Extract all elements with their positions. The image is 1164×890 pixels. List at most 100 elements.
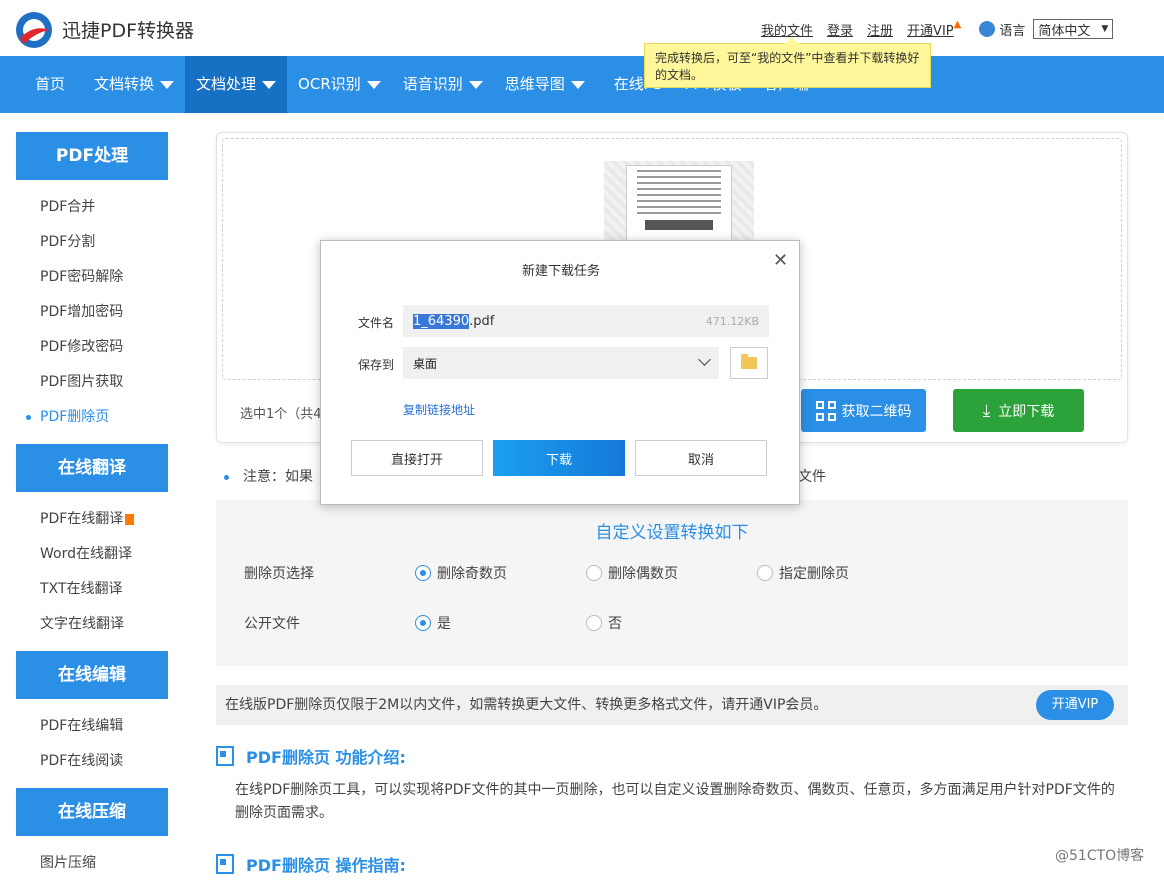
new-badge-icon <box>125 513 135 525</box>
chevron-down-icon <box>698 353 711 366</box>
sidebar-item[interactable]: PDF密码解除 <box>16 260 168 295</box>
globe-icon <box>979 21 996 37</box>
my-files-tooltip: 完成转换后，可至“我的文件”中查看并下载转换好的文档。 <box>644 37 931 88</box>
dropdown-arrow-icon: ▼ <box>1101 24 1109 34</box>
caret-down-icon <box>160 80 175 89</box>
nav-label: OCR识别 <box>298 75 361 93</box>
vip-notice-text: 在线版PDF删除页仅限于2M以内文件，如需转换更大文件、转换更多格式文件，请开通… <box>225 697 828 713</box>
my-files-link[interactable]: 我的文件 <box>761 20 813 39</box>
caret-down-icon <box>262 80 277 89</box>
guide-icon <box>216 854 234 874</box>
guide-title: PDF删除页 操作指南: <box>216 852 406 876</box>
download-now-button[interactable]: ⤓ 立即下载 <box>953 389 1084 432</box>
nav-label: 首页 <box>35 75 66 93</box>
saveto-select[interactable]: 桌面 <box>403 347 719 379</box>
sidebar-item-active[interactable]: PDF删除页 <box>16 400 168 435</box>
folder-icon <box>741 354 757 369</box>
browse-folder-button[interactable] <box>730 347 768 379</box>
sidebar-item[interactable]: PDF在线编辑 <box>16 709 168 744</box>
radio-unchecked-icon <box>757 565 773 581</box>
sidebar-heading: 在线压缩 <box>16 788 168 836</box>
file-size: 471.12KB <box>705 314 759 328</box>
nav-label: 思维导图 <box>504 75 565 93</box>
saveto-value: 桌面 <box>413 356 438 371</box>
radio-checked-icon <box>415 615 431 631</box>
button-label: 立即下载 <box>998 403 1055 420</box>
sidebar: PDF处理 PDF合并 PDF分割 PDF密码解除 PDF增加密码 PDF修改密… <box>16 132 168 890</box>
register-link[interactable]: 注册 <box>867 20 893 39</box>
filename-selected-text: 1_64390 <box>413 313 470 329</box>
nav-home[interactable]: 首页 <box>0 56 83 113</box>
top-links: 我的文件 登录 注册 开通VIP ▲ 语言 简体中文 ▼ <box>761 18 1114 39</box>
sidebar-heading: 在线编辑 <box>16 651 168 699</box>
sidebar-list: PDF在线编辑 PDF在线阅读 <box>16 699 168 788</box>
sidebar-heading: 在线翻译 <box>16 444 168 492</box>
nav-label: 文档处理 <box>196 75 257 93</box>
nav-ocr[interactable]: OCR识别 <box>287 56 392 113</box>
selected-count: 选中1个（共4 <box>240 407 322 422</box>
filename-input[interactable]: 1_64390 .pdf 471.12KB <box>403 305 769 337</box>
sidebar-item[interactable]: PDF在线翻译 <box>16 502 168 537</box>
intro-title: PDF删除页 功能介绍: <box>216 744 406 768</box>
saveto-label: 保存到 <box>358 358 395 372</box>
brand-logo-icon <box>16 12 52 48</box>
login-link[interactable]: 登录 <box>827 20 853 39</box>
open-vip-button[interactable]: 开通VIP <box>1036 690 1114 720</box>
pdf-page-preview <box>626 165 732 251</box>
radio-delete-even[interactable]: 删除偶数页 <box>586 563 678 583</box>
copy-link-address[interactable]: 复制链接地址 <box>403 401 475 418</box>
close-icon[interactable]: ✕ <box>773 250 788 271</box>
sidebar-item[interactable]: PDF合并 <box>16 190 168 225</box>
nav-voice[interactable]: 语音识别 <box>392 56 494 113</box>
sidebar-item[interactable]: PDF图片获取 <box>16 365 168 400</box>
nav-doc-process[interactable]: 文档处理 <box>185 56 288 113</box>
sidebar-heading: PDF处理 <box>16 132 168 180</box>
watermark: @51CTO博客 <box>1055 848 1145 864</box>
open-directly-button[interactable]: 直接打开 <box>351 440 483 476</box>
radio-label: 指定删除页 <box>779 566 849 582</box>
download-task-dialog: 新建下载任务 ✕ 文件名 1_64390 .pdf 471.12KB 保存到 桌… <box>320 240 800 505</box>
brand-name: 迅捷PDF转换器 <box>62 20 195 42</box>
language-label: 语言 <box>999 23 1026 39</box>
filename-extension: .pdf <box>469 313 495 329</box>
language-select[interactable]: 简体中文 ▼ <box>1033 19 1114 39</box>
sidebar-item[interactable]: PDF在线阅读 <box>16 744 168 779</box>
sidebar-item[interactable]: TXT在线翻译 <box>16 572 168 607</box>
radio-delete-odd[interactable]: 删除奇数页 <box>415 563 507 583</box>
sidebar-item[interactable]: 文字在线翻译 <box>16 607 168 642</box>
radio-label: 删除奇数页 <box>437 566 507 582</box>
sidebar-item[interactable]: PDF修改密码 <box>16 330 168 365</box>
top-header: 迅捷PDF转换器 我的文件 登录 注册 开通VIP ▲ 语言 简体中文 ▼ <box>0 0 1164 56</box>
radio-public-yes[interactable]: 是 <box>415 613 451 633</box>
note-text: 注意：如果 <box>224 466 313 486</box>
nav-mindmap[interactable]: 思维导图 <box>494 56 596 113</box>
radio-checked-icon <box>415 565 431 581</box>
vip-notice-bar: 在线版PDF删除页仅限于2M以内文件，如需转换更大文件、转换更多格式文件，请开通… <box>216 685 1128 725</box>
vip-link[interactable]: 开通VIP <box>907 20 954 39</box>
radio-unchecked-icon <box>586 615 602 631</box>
sidebar-group-compress: 在线压缩 图片压缩 <box>16 788 168 890</box>
get-qrcode-button[interactable]: 获取二维码 <box>801 389 926 432</box>
language-value: 简体中文 <box>1038 23 1091 39</box>
intro-body: 在线PDF删除页工具，可以实现将PDF文件的其中一页删除，也可以自定义设置删除奇… <box>235 782 1115 821</box>
fire-icon: ▲ <box>953 18 962 30</box>
download-button[interactable]: 下载 <box>493 440 625 476</box>
settings-title: 自定义设置转换如下 <box>595 523 749 543</box>
radio-public-no[interactable]: 否 <box>586 613 622 633</box>
guide-title-text: PDF删除页 操作指南: <box>246 856 406 875</box>
sidebar-item[interactable]: PDF增加密码 <box>16 295 168 330</box>
dialog-title: 新建下载任务 <box>521 264 600 279</box>
settings-panel: 自定义设置转换如下 删除页选择 删除奇数页 删除偶数页 指定删除页 公开文件 是… <box>216 500 1128 666</box>
sidebar-item[interactable]: PDF分割 <box>16 225 168 260</box>
radio-delete-specific[interactable]: 指定删除页 <box>757 563 849 583</box>
radio-label: 删除偶数页 <box>608 566 678 582</box>
file-thumbnail[interactable] <box>604 161 754 251</box>
caret-down-icon <box>366 80 381 89</box>
cancel-button[interactable]: 取消 <box>635 440 767 476</box>
nav-doc-convert[interactable]: 文档转换 <box>83 56 185 113</box>
sidebar-group-translate: 在线翻译 PDF在线翻译 Word在线翻译 TXT在线翻译 文字在线翻译 <box>16 444 168 651</box>
public-file-label: 公开文件 <box>244 616 300 632</box>
sidebar-item[interactable]: Word在线翻译 <box>16 537 168 572</box>
sidebar-item[interactable]: 图片压缩 <box>16 846 168 881</box>
sidebar-list: 图片压缩 <box>16 836 168 890</box>
